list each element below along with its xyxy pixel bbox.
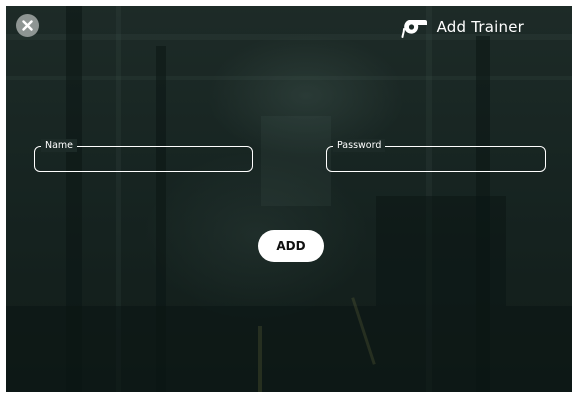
whistle-icon xyxy=(401,20,427,38)
close-button[interactable] xyxy=(16,14,39,37)
close-icon xyxy=(22,20,33,31)
add-button[interactable]: ADD xyxy=(258,230,324,262)
name-input[interactable] xyxy=(43,151,244,168)
gym-background-image xyxy=(6,6,572,392)
page-title: Add Trainer xyxy=(436,18,524,36)
name-field[interactable]: Name xyxy=(34,139,253,172)
password-field[interactable]: Password xyxy=(326,139,546,172)
password-input[interactable] xyxy=(335,151,537,168)
add-trainer-dialog: Add Trainer Name Password ADD xyxy=(6,6,572,392)
dialog-header: Add Trainer xyxy=(401,14,524,40)
